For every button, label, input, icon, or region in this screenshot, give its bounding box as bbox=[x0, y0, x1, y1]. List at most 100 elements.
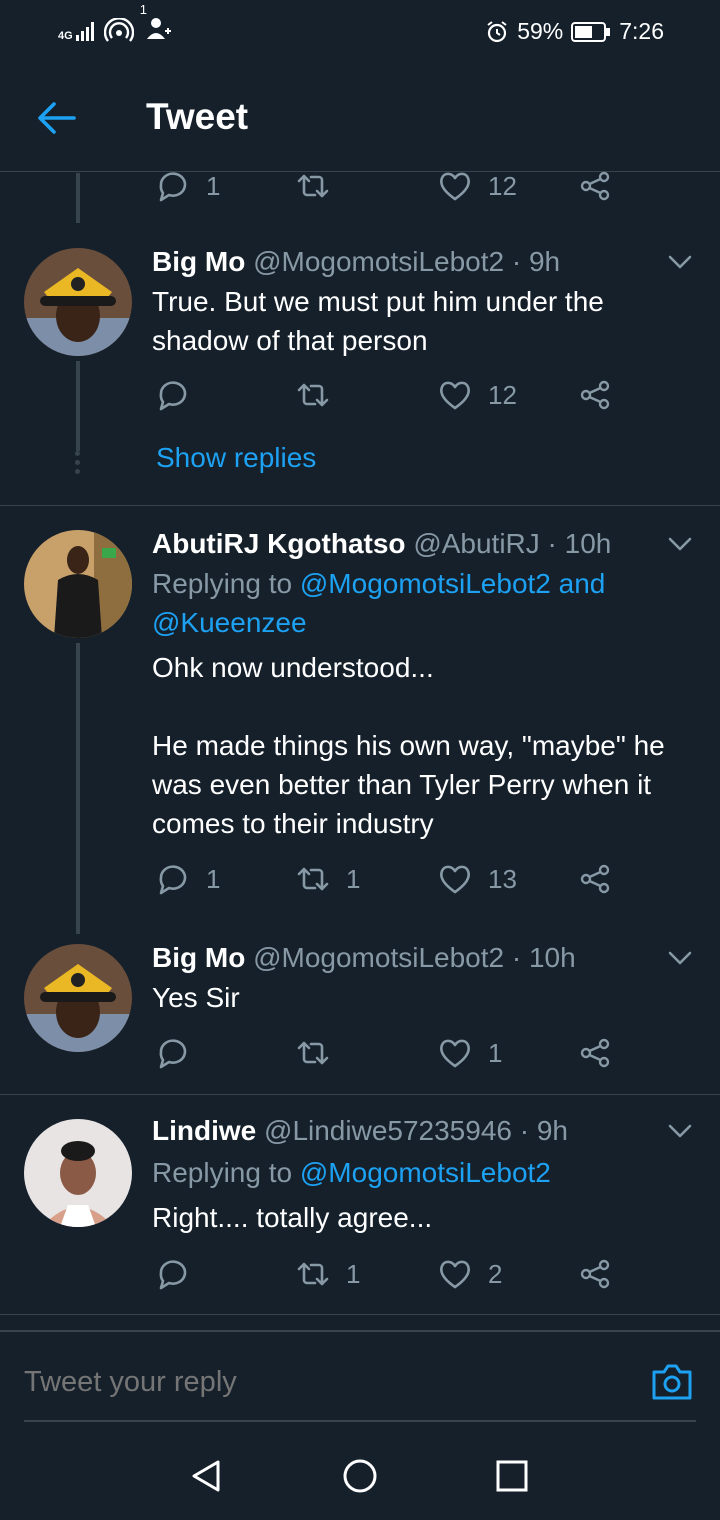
handle-time: @MogomotsiLebot2 · 10h bbox=[253, 942, 576, 973]
handle-time: @AbutiRJ · 10h bbox=[413, 528, 612, 559]
share-button[interactable] bbox=[578, 169, 612, 203]
reply-icon bbox=[159, 1039, 187, 1069]
network-type: 4G bbox=[58, 29, 73, 42]
notification-count: 1 bbox=[139, 2, 147, 17]
replying-to: Replying to @MogomotsiLebot2 and bbox=[152, 564, 702, 603]
chevron-down-icon[interactable] bbox=[668, 254, 692, 270]
like-count: 12 bbox=[488, 379, 517, 410]
retweet-button[interactable] bbox=[296, 378, 346, 412]
like-count: 1 bbox=[488, 1037, 503, 1068]
tweet-text-line: shadow of that person bbox=[152, 325, 428, 356]
tweet[interactable]: Big Mo @MogomotsiLebot2 · 10h Yes Sir 1 bbox=[0, 934, 720, 1094]
avatar[interactable] bbox=[24, 530, 132, 638]
reply-input[interactable] bbox=[24, 1366, 584, 1399]
nav-recents-icon[interactable] bbox=[494, 1458, 530, 1494]
chevron-down-icon[interactable] bbox=[668, 950, 692, 966]
share-button[interactable] bbox=[578, 1257, 612, 1291]
display-name[interactable]: Big Mo bbox=[152, 942, 245, 973]
nav-home-icon[interactable] bbox=[342, 1458, 378, 1494]
nav-back-icon[interactable] bbox=[188, 1458, 224, 1494]
mention-link[interactable]: @MogomotsiLebot2 bbox=[300, 1157, 551, 1188]
replying-label: Replying to bbox=[152, 1157, 293, 1188]
reply-button[interactable] bbox=[156, 378, 206, 412]
tweet-text-line: He made things his own way, "maybe" he bbox=[152, 730, 665, 761]
avatar-image bbox=[24, 944, 132, 1052]
handle-time: @Lindiwe57235946 · 9h bbox=[264, 1115, 568, 1146]
reply-button[interactable]: 1 bbox=[156, 169, 220, 203]
battery-percent: 59% bbox=[517, 18, 564, 44]
like-button[interactable]: 13 bbox=[438, 862, 517, 896]
share-icon bbox=[580, 1259, 610, 1289]
display-name[interactable]: Big Mo bbox=[152, 246, 245, 277]
retweet-icon bbox=[297, 1262, 329, 1286]
tweet-text-line: comes to their industry bbox=[152, 808, 434, 839]
back-arrow-icon[interactable] bbox=[36, 100, 76, 136]
thread-line bbox=[76, 361, 80, 451]
retweet-button[interactable]: 1 bbox=[296, 862, 360, 896]
reply-icon bbox=[159, 865, 187, 895]
like-button[interactable]: 12 bbox=[438, 169, 517, 203]
like-button[interactable]: 12 bbox=[438, 378, 517, 412]
heart-icon bbox=[440, 381, 470, 410]
thread-line bbox=[76, 173, 80, 223]
replying-to: Replying to @MogomotsiLebot2 bbox=[152, 1153, 702, 1192]
app-header: Tweet bbox=[0, 64, 720, 172]
reply-count: 1 bbox=[206, 863, 221, 894]
input-underline bbox=[24, 1420, 696, 1422]
thread-line bbox=[76, 643, 80, 934]
display-name[interactable]: AbutiRJ Kgothatso bbox=[152, 528, 406, 559]
tweet-header: AbutiRJ Kgothatso @AbutiRJ · 10h bbox=[152, 528, 611, 560]
reply-composer bbox=[0, 1330, 720, 1430]
reply-icon bbox=[159, 381, 187, 411]
person-add-icon bbox=[146, 18, 171, 39]
status-right: 59% 7:26 bbox=[485, 18, 664, 45]
retweet-count: 1 bbox=[346, 863, 361, 894]
tweet-text: Replying to @MogomotsiLebot2 Right.... t… bbox=[152, 1153, 702, 1237]
reply-button[interactable]: 1 bbox=[156, 862, 220, 896]
heart-icon bbox=[440, 1039, 470, 1068]
reply-icon bbox=[159, 1260, 187, 1290]
avatar[interactable] bbox=[24, 248, 132, 356]
mention-link[interactable]: @MogomotsiLebot2 and bbox=[300, 568, 606, 599]
show-replies-link[interactable]: Show replies bbox=[156, 442, 316, 474]
tweet-text-line: Ohk now understood... bbox=[152, 652, 434, 683]
tweet[interactable]: Big Mo @MogomotsiLebot2 · 9h True. But w… bbox=[0, 218, 720, 506]
signal-icon bbox=[75, 21, 94, 41]
avatar[interactable] bbox=[24, 1119, 132, 1227]
avatar[interactable] bbox=[24, 944, 132, 1052]
reply-button[interactable] bbox=[156, 1257, 206, 1291]
tweet-actions: 1 bbox=[152, 1036, 652, 1076]
retweet-button[interactable] bbox=[296, 1036, 346, 1070]
status-left: 4G 1 bbox=[58, 2, 172, 47]
share-button[interactable] bbox=[578, 1036, 612, 1070]
like-button[interactable]: 2 bbox=[438, 1257, 502, 1291]
reply-count: 1 bbox=[206, 170, 221, 201]
display-name[interactable]: Lindiwe bbox=[152, 1115, 256, 1146]
tweet[interactable]: Lindiwe @Lindiwe57235946 · 9h Replying t… bbox=[0, 1095, 720, 1315]
retweet-button[interactable] bbox=[296, 169, 346, 203]
retweet-button[interactable]: 1 bbox=[296, 1257, 360, 1291]
battery-icon bbox=[571, 21, 611, 42]
tweet-header: Big Mo @MogomotsiLebot2 · 10h bbox=[152, 942, 576, 974]
alarm-icon bbox=[487, 20, 507, 42]
like-button[interactable]: 1 bbox=[438, 1036, 502, 1070]
retweet-icon bbox=[297, 867, 329, 891]
tweet-header: Big Mo @MogomotsiLebot2 · 9h bbox=[152, 246, 560, 278]
tweet-text-line: Right.... totally agree... bbox=[152, 1202, 433, 1233]
page-title: Tweet bbox=[146, 96, 249, 137]
status-bar: 4G 1 59% 7:26 bbox=[0, 0, 720, 64]
share-button[interactable] bbox=[578, 862, 612, 896]
mention-link[interactable]: @Kueenzee bbox=[152, 603, 702, 642]
tweet[interactable]: AbutiRJ Kgothatso @AbutiRJ · 10h Replyin… bbox=[0, 506, 720, 934]
camera-icon[interactable] bbox=[650, 1362, 694, 1402]
heart-icon bbox=[440, 1260, 470, 1289]
reply-button[interactable] bbox=[156, 1036, 206, 1070]
share-button[interactable] bbox=[578, 378, 612, 412]
avatar-image bbox=[24, 530, 132, 638]
chevron-down-icon[interactable] bbox=[668, 1123, 692, 1139]
divider bbox=[0, 1314, 720, 1315]
chevron-down-icon[interactable] bbox=[668, 536, 692, 552]
avatar-image bbox=[24, 1119, 132, 1227]
heart-icon bbox=[440, 865, 470, 894]
